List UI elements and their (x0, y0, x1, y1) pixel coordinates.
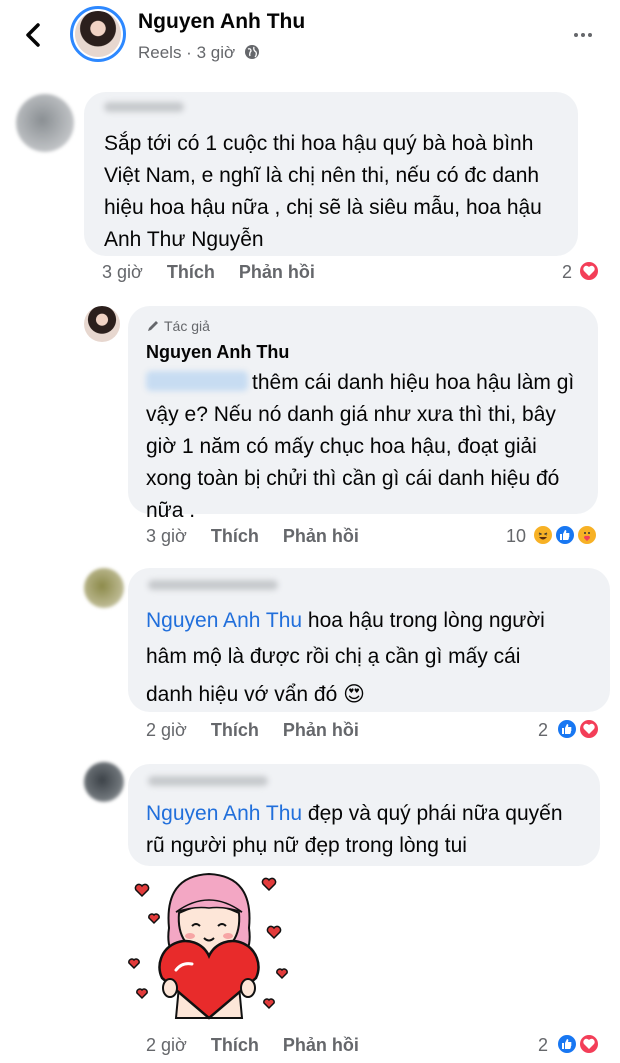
comment-line: thêm cái danh hiệu hoa hậu làm gì (252, 371, 575, 394)
more-options-icon[interactable] (572, 27, 594, 43)
commenter-avatar[interactable] (84, 762, 124, 802)
author-badge-label: Tác giả (164, 318, 210, 334)
comment-line: Việt Nam, e nghĩ là chị nên thi, nếu có … (104, 164, 540, 187)
commenter-avatar[interactable] (84, 568, 124, 608)
like-button[interactable]: Thích (211, 526, 259, 546)
comment-line: nữa . (146, 499, 196, 522)
mention-link[interactable]: Nguyen Anh Thu (146, 802, 302, 825)
author-reply-avatar[interactable] (84, 306, 120, 342)
comment-time: 2 giờ (146, 1035, 187, 1055)
love-icon[interactable] (578, 1033, 600, 1055)
pen-icon (148, 321, 158, 331)
comment-line: hâm mộ là được rồi chị ạ cần gì mấy cái (146, 645, 521, 668)
reply-button[interactable]: Phản hồi (283, 1035, 359, 1055)
comment-line: Anh Thư Nguyễn (104, 228, 264, 251)
author-avatar[interactable] (70, 6, 126, 62)
reply-button[interactable]: Phản hồi (239, 262, 315, 282)
commenter-name-redacted[interactable] (148, 776, 268, 786)
comment-time: 2 giờ (146, 720, 187, 740)
comment-line: xong toàn bị chửi thì cần gì cái danh hi… (146, 467, 560, 490)
comment-line: hiệu hoa hậu nữa , chị sẽ là siêu mẫu, h… (104, 196, 542, 219)
comment-line: rũ người phụ nữ đẹp trong lòng tui (146, 834, 467, 857)
like-icon[interactable] (556, 1033, 578, 1055)
comment-time: 3 giờ (102, 262, 143, 282)
post-meta-text: Reels · 3 giờ (138, 43, 236, 62)
love-icon[interactable] (578, 718, 600, 740)
comment-actions: 2 giờ Thích Phản hồi (146, 1035, 383, 1056)
back-icon[interactable] (22, 22, 44, 48)
reaction-count[interactable]: 2 (562, 262, 572, 283)
reply-button[interactable]: Phản hồi (283, 526, 359, 546)
comment-actions: 2 giờ Thích Phản hồi (146, 720, 383, 741)
reaction-count[interactable]: 2 (538, 720, 548, 741)
post-meta: Reels · 3 giờ (138, 43, 260, 63)
reaction-count[interactable]: 10 (506, 526, 526, 547)
girl-holding-heart-sticker[interactable] (124, 868, 294, 1028)
haha-icon[interactable] (532, 524, 554, 546)
reply-text: thêm cái danh hiệu hoa hậu làm gì vậy e?… (146, 367, 596, 527)
reaction-count[interactable]: 2 (538, 1035, 548, 1056)
like-button[interactable]: Thích (167, 262, 215, 282)
reply-button[interactable]: Phản hồi (283, 720, 359, 740)
comment-text: Nguyen Anh Thu hoa hậu trong lòng người … (146, 605, 606, 711)
comment-actions: 3 giờ Thích Phản hồi (102, 262, 339, 283)
like-button[interactable]: Thích (211, 1035, 259, 1055)
commenter-avatar[interactable] (16, 94, 74, 152)
like-icon[interactable] (554, 524, 576, 546)
comment-line: đẹp và quý phái nữa quyến (307, 802, 563, 825)
commenter-name-redacted[interactable] (148, 580, 278, 590)
care-icon[interactable] (576, 524, 598, 546)
comment-line: vậy e? Nếu nó danh giá như xưa thì thi, … (146, 403, 556, 426)
mention-redacted[interactable] (146, 371, 248, 391)
comment-time: 3 giờ (146, 526, 187, 546)
mention-link[interactable]: Nguyen Anh Thu (146, 609, 302, 632)
like-icon[interactable] (556, 718, 578, 740)
comment-line: Sắp tới có 1 cuộc thi hoa hậu quý bà hoà… (104, 132, 534, 155)
author-badge: Tác giả (146, 318, 210, 334)
commenter-name-redacted[interactable] (104, 102, 184, 112)
comment-text: Nguyen Anh Thu đẹp và quý phái nữa quyến… (146, 798, 596, 862)
globe-icon (244, 45, 259, 59)
comment-line: hoa hậu trong lòng người (307, 609, 545, 632)
post-header: Nguyen Anh Thu Reels · 3 giờ (0, 0, 620, 78)
comment-line: danh hiệu vớ vẩn đó 😍 (146, 683, 365, 706)
comment-text: Sắp tới có 1 cuộc thi hoa hậu quý bà hoà… (104, 128, 574, 256)
like-button[interactable]: Thích (211, 720, 259, 740)
comment-actions: 3 giờ Thích Phản hồi (146, 526, 383, 547)
love-icon[interactable] (578, 260, 600, 282)
reply-author-name[interactable]: Nguyen Anh Thu (146, 342, 289, 363)
author-name[interactable]: Nguyen Anh Thu (138, 10, 305, 34)
comment-line: giờ 1 năm có mấy chục hoa hậu, đoạt giải (146, 435, 537, 458)
